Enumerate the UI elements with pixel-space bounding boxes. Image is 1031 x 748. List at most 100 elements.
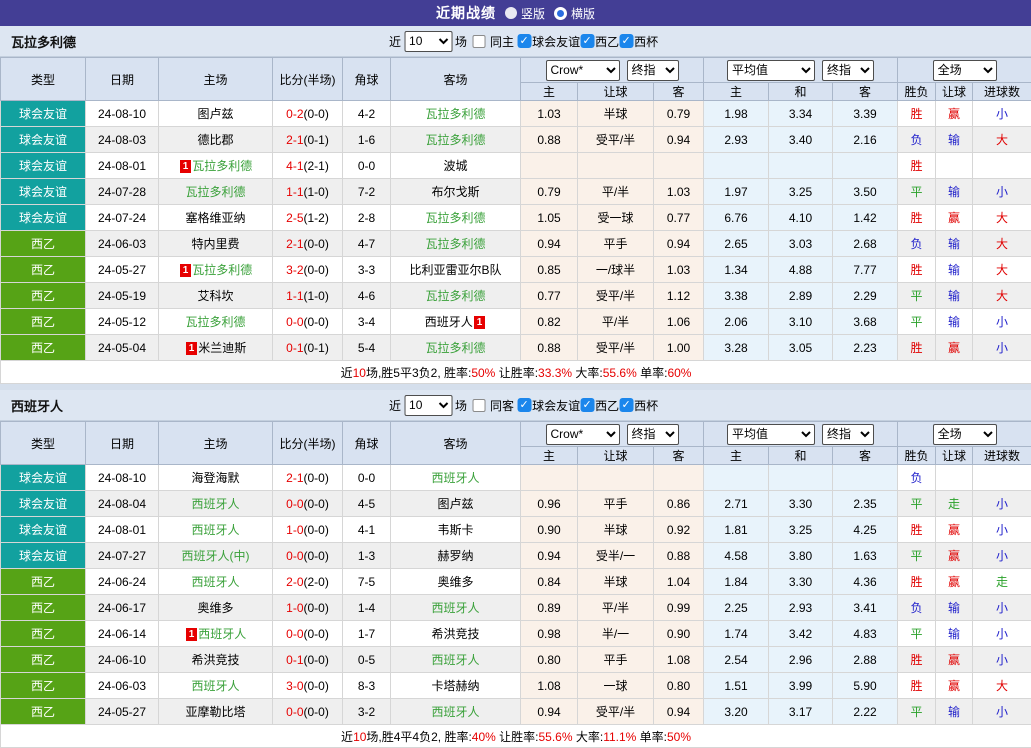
league-filters: 球会友谊西乙西杯: [517, 33, 658, 50]
near-label: 近: [389, 33, 401, 50]
scope-select[interactable]: 全场: [933, 424, 997, 445]
avg-away-cell: 7.77: [833, 257, 898, 283]
scope-group-header: 全场: [898, 58, 1031, 83]
horizontal-layout-label[interactable]: 横版: [571, 5, 595, 22]
final-odds-select[interactable]: 终指: [627, 424, 679, 445]
avg-home-cell: 2.54: [704, 647, 769, 673]
home-odds-cell: 0.90: [521, 517, 578, 543]
home-team-cell: 西班牙人: [159, 569, 273, 595]
vertical-layout-radio-icon[interactable]: [505, 7, 517, 19]
avg-away-cell: 3.68: [833, 309, 898, 335]
avg-draw-cell: 3.30: [769, 491, 833, 517]
half-time-score: (0-0): [304, 107, 329, 121]
handicap-result-cell: 赢: [936, 101, 973, 127]
avg-draw-cell: 3.17: [769, 699, 833, 725]
handicap-cell: 半球: [578, 569, 654, 595]
match-row: 西乙24-06-24西班牙人2-0(2-0)7-5奥维多0.84半球1.041.…: [1, 569, 1031, 595]
away-odds-cell: 0.79: [654, 101, 704, 127]
handicap-cell: 平/半: [578, 179, 654, 205]
home-team-cell: 奥维多: [159, 595, 273, 621]
avg-away-cell: 4.83: [833, 621, 898, 647]
avg-home-cell: 2.25: [704, 595, 769, 621]
date-cell: 24-06-03: [86, 231, 159, 257]
result-cell: 胜: [898, 101, 936, 127]
home-odds-cell: 0.94: [521, 231, 578, 257]
vertical-layout-option[interactable]: 竖版: [505, 5, 545, 22]
goals-cell: 大: [973, 673, 1031, 699]
final-odds-select[interactable]: 终指: [627, 60, 679, 81]
col-subheader: 客: [833, 83, 898, 101]
recent-count-select[interactable]: 10: [404, 31, 452, 52]
horizontal-layout-radio-icon[interactable]: [554, 7, 567, 20]
date-cell: 24-08-03: [86, 127, 159, 153]
handicap-cell: 受平/半: [578, 127, 654, 153]
final-odds-select-2[interactable]: 终指: [822, 60, 874, 81]
matches-tbody: 球会友谊24-08-10图卢兹0-2(0-0)4-2瓦拉多利德1.03半球0.7…: [1, 101, 1031, 361]
home-odds-cell: 0.82: [521, 309, 578, 335]
bookmaker-select[interactable]: Crow*: [546, 60, 620, 81]
date-cell: 24-08-10: [86, 465, 159, 491]
home-team-cell: 亚摩勒比塔: [159, 699, 273, 725]
score-cell: 2-1(0-0): [273, 231, 343, 257]
goals-cell: 小: [973, 179, 1031, 205]
league-cell: 西乙: [1, 309, 86, 335]
corner-cell: 1-6: [343, 127, 391, 153]
filter-checkbox[interactable]: [580, 34, 594, 48]
home-team-name: 德比郡: [197, 133, 233, 147]
away-odds-cell: 1.03: [654, 257, 704, 283]
corner-cell: 4-6: [343, 283, 391, 309]
average-select[interactable]: 平均值: [727, 60, 815, 81]
handicap-cell: 受平/半: [578, 335, 654, 361]
score-cell: 0-2(0-0): [273, 101, 343, 127]
bookmaker-select[interactable]: Crow*: [546, 424, 620, 445]
date-cell: 24-06-24: [86, 569, 159, 595]
match-row: 西乙24-05-12瓦拉多利德0-0(0-0)3-4西班牙人10.82平/半1.…: [1, 309, 1031, 335]
vertical-layout-label[interactable]: 竖版: [521, 5, 545, 22]
filter-checkbox[interactable]: [517, 398, 531, 412]
match-row: 球会友谊24-08-10海登海默2-1(0-0)0-0西班牙人负: [1, 465, 1031, 491]
goals-cell: 小: [973, 621, 1031, 647]
filter-checkbox[interactable]: [517, 34, 531, 48]
col-subheader: 让球: [936, 83, 973, 101]
summary-segment: 单率:: [637, 366, 668, 380]
same-venue-checkbox[interactable]: [472, 35, 485, 48]
same-venue-checkbox[interactable]: [472, 399, 485, 412]
home-team-name: 亚摩勒比塔: [185, 705, 245, 719]
average-select[interactable]: 平均值: [727, 424, 815, 445]
filter-label: 球会友谊: [532, 33, 580, 50]
col-subheader: 和: [769, 83, 833, 101]
handicap-result-cell: 输: [936, 595, 973, 621]
avg-away-cell: [833, 465, 898, 491]
recent-count-select[interactable]: 10: [404, 395, 452, 416]
horizontal-layout-option[interactable]: 横版: [554, 5, 595, 22]
home-team-cell: 希洪竞技: [159, 647, 273, 673]
home-odds-cell: 0.96: [521, 491, 578, 517]
handicap-result-cell: 输: [936, 283, 973, 309]
handicap-cell: 半/一: [578, 621, 654, 647]
handicap-result-cell: 输: [936, 257, 973, 283]
games-suffix-label: 场: [455, 33, 467, 50]
col-header: 类型: [1, 58, 86, 101]
score-cell: 0-1(0-0): [273, 647, 343, 673]
col-subheader: 客: [654, 83, 704, 101]
handicap-cell: 平/半: [578, 595, 654, 621]
filter-checkbox[interactable]: [580, 398, 594, 412]
summary-segment: 让胜率:: [495, 366, 538, 380]
filter-checkbox[interactable]: [619, 398, 633, 412]
home-odds-cell: 0.84: [521, 569, 578, 595]
summary-row: 近10场,胜5平3负2, 胜率:50% 让胜率:33.3% 大率:55.6% 单…: [1, 361, 1031, 384]
home-team-name: 艾科坎: [197, 289, 233, 303]
avg-home-cell: 2.71: [704, 491, 769, 517]
final-odds-select-2[interactable]: 终指: [822, 424, 874, 445]
score-cell: 3-2(0-0): [273, 257, 343, 283]
avg-home-cell: [704, 465, 769, 491]
full-time-score: 0-0: [286, 497, 303, 511]
filter-controls: 近 10 场 同客 球会友谊西乙西杯: [389, 390, 658, 420]
away-odds-cell: 0.94: [654, 699, 704, 725]
avg-home-cell: 6.76: [704, 205, 769, 231]
scope-select[interactable]: 全场: [933, 60, 997, 81]
half-time-score: (2-1): [304, 159, 329, 173]
filter-checkbox[interactable]: [619, 34, 633, 48]
date-cell: 24-06-10: [86, 647, 159, 673]
bookmaker-group-header: Crow* 终指: [521, 422, 704, 447]
